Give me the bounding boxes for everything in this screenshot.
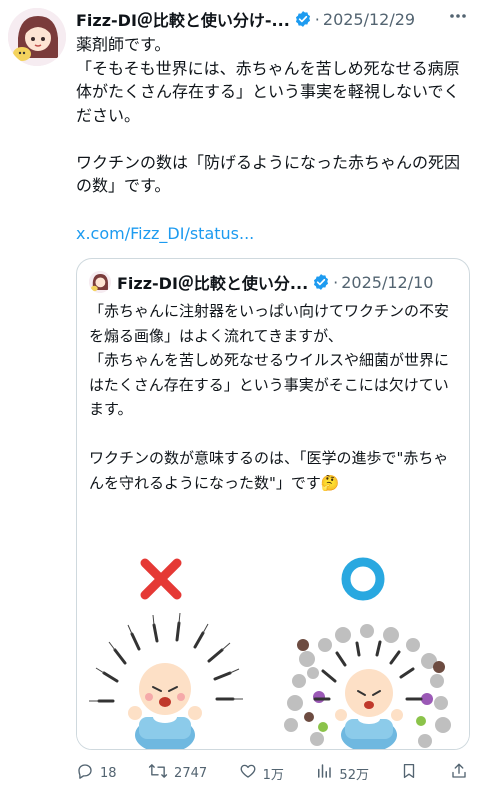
tweet-date[interactable]: 2025/12/29	[323, 10, 415, 29]
cross-mark-icon	[140, 558, 182, 600]
retweet-count: 2747	[174, 765, 208, 781]
bookmark-button[interactable]	[400, 762, 418, 784]
views-button[interactable]: 52万	[315, 762, 369, 784]
circle-mark-icon	[341, 557, 385, 601]
analytics-icon	[315, 762, 333, 784]
share-button[interactable]	[450, 762, 468, 784]
quote-header: Fizz-DI＠比較と使い分... · 2025/12/10	[117, 270, 459, 294]
quote-text: 「赤ちゃんに注射器をいっぱい向けてワクチンの不安を煽る画像」はよく流れてきますが…	[89, 302, 450, 492]
tweet-link[interactable]: x.com/Fizz_DI/status...	[76, 224, 254, 243]
bookmark-icon	[400, 762, 418, 784]
quote-separator: ·	[333, 272, 339, 292]
author-name[interactable]: Fizz-DI＠比較と使い分け-...	[76, 7, 290, 31]
retweet-button[interactable]: 2747	[148, 762, 207, 784]
baby-germs-illustration	[284, 624, 451, 749]
verified-badge-icon	[312, 273, 330, 291]
quote-avatar[interactable]	[89, 271, 111, 293]
verified-badge-icon	[294, 10, 312, 28]
quote-date[interactable]: 2025/12/10	[341, 273, 433, 292]
share-icon	[450, 762, 468, 784]
heart-icon	[239, 762, 257, 784]
baby-syringes-illustration	[89, 612, 243, 749]
quoted-tweet[interactable]: Fizz-DI＠比較と使い分... · 2025/12/10 「赤ちゃんに注射器…	[76, 258, 470, 750]
views-count: 52万	[339, 767, 369, 783]
author-avatar[interactable]	[8, 8, 66, 66]
retweet-icon	[148, 762, 168, 784]
quote-author-name[interactable]: Fizz-DI＠比較と使い分...	[117, 270, 308, 294]
reply-icon	[76, 762, 94, 784]
reply-count: 18	[100, 765, 117, 781]
more-options-icon[interactable]	[448, 6, 468, 31]
like-count: 1万	[262, 767, 284, 783]
quote-image[interactable]	[77, 549, 469, 749]
reply-button[interactable]: 18	[76, 762, 117, 784]
like-button[interactable]: 1万	[239, 762, 284, 784]
header-separator: ·	[314, 9, 320, 29]
tweet-header: Fizz-DI＠比較と使い分け-... · 2025/12/29	[76, 8, 468, 30]
tweet-text: 薬剤師です。 「そもそも世界には、赤ちゃんを苦しめ死なせる病原体がたくさん存在す…	[76, 35, 461, 195]
action-bar: 18 2747 1万 52万	[76, 762, 468, 784]
